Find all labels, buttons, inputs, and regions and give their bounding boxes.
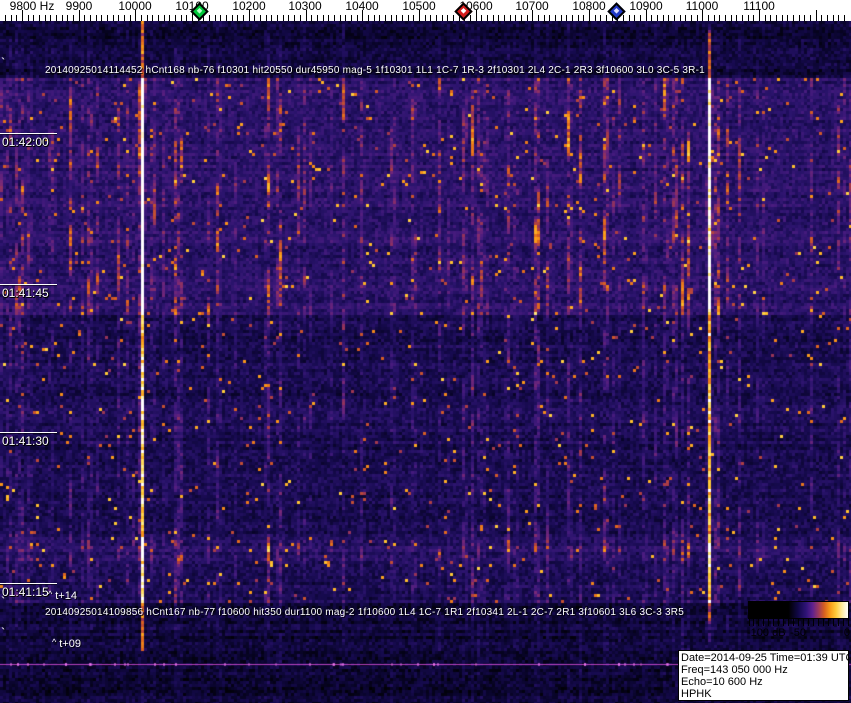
info-date-time: Date=2014-09-25 Time=01:39 UTC — [681, 652, 849, 664]
colorbar-label-min: -100 dB — [747, 627, 786, 639]
ruler-label-10500: 10500 — [402, 0, 436, 13]
time-offset-label: t+09 — [59, 638, 81, 650]
marker-blue-core — [613, 7, 620, 14]
ruler-label-10000: 10000 — [118, 0, 152, 13]
observation-info-box: Date=2014-09-25 Time=01:39 UTC Freq=143 … — [678, 650, 849, 701]
colorbar-label-mid: -50 — [790, 627, 806, 639]
time-label-014145: 01:41:45 — [2, 286, 49, 300]
time-label-014115: 01:41:15 — [2, 585, 49, 599]
time-tick-line — [0, 583, 57, 584]
time-label-014200: 01:42:00 — [2, 135, 49, 149]
colorbar-ticks — [749, 619, 849, 626]
ruler-label-10900: 10900 — [629, 0, 663, 13]
ruler-label-10700: 10700 — [515, 0, 549, 13]
edge-tick-mark: ` — [1, 594, 6, 609]
detection-text-bottom: 20140925014109856 hCnt167 nb-77 f10600 h… — [45, 607, 685, 618]
time-label-014130: 01:41:30 — [2, 434, 49, 448]
time-tick-line — [0, 133, 57, 134]
time-tick-line — [0, 432, 57, 433]
ruler-label-10200: 10200 — [232, 0, 266, 13]
ruler-label-10400: 10400 — [345, 0, 379, 13]
marker-green-core — [196, 7, 203, 14]
edge-tick-mark: ` — [1, 625, 6, 640]
ruler-label-11000: 11000 — [685, 0, 719, 13]
ruler-label-10300: 10300 — [288, 0, 322, 13]
frequency-ruler: 9800 Hz 9900 10000 10100 10200 10300 10400 1050… — [0, 0, 851, 21]
info-frequency: Freq=143 050 000 Hz — [681, 664, 788, 676]
edge-tick-mark: ` — [1, 55, 6, 70]
colorbar-label-max: 0 — [843, 627, 850, 639]
detection-text-top: 20140925014114452 hCnt168 nb-76 f10301 h… — [45, 65, 705, 76]
time-offset-tplus09: ^ t+09 — [52, 636, 81, 650]
hro-spectrogram-window: 9800 Hz 9900 10000 10100 10200 10300 10400 1050… — [0, 0, 851, 703]
ruler-label-10800: 10800 — [572, 0, 606, 13]
ruler-label-9900: 9900 — [65, 0, 93, 13]
time-offset-tplus14: ^ t+14 — [48, 588, 77, 602]
colorbar-legend: -100 dB -50 0 — [746, 600, 850, 640]
marker-red-core — [460, 7, 467, 14]
info-station: HPHK — [681, 688, 712, 700]
caret-icon: ^ — [52, 637, 57, 647]
ruler-label-11100: 11100 — [743, 0, 775, 13]
time-tick-line — [0, 284, 57, 285]
colorbar-gradient — [748, 601, 849, 619]
ruler-label-9800-Hz: 9800 Hz — [9, 0, 55, 13]
info-echo: Echo=10 600 Hz — [681, 676, 763, 688]
spectrogram-canvas — [0, 21, 851, 703]
time-offset-label: t+14 — [55, 590, 77, 602]
caret-icon: ^ — [48, 589, 53, 599]
